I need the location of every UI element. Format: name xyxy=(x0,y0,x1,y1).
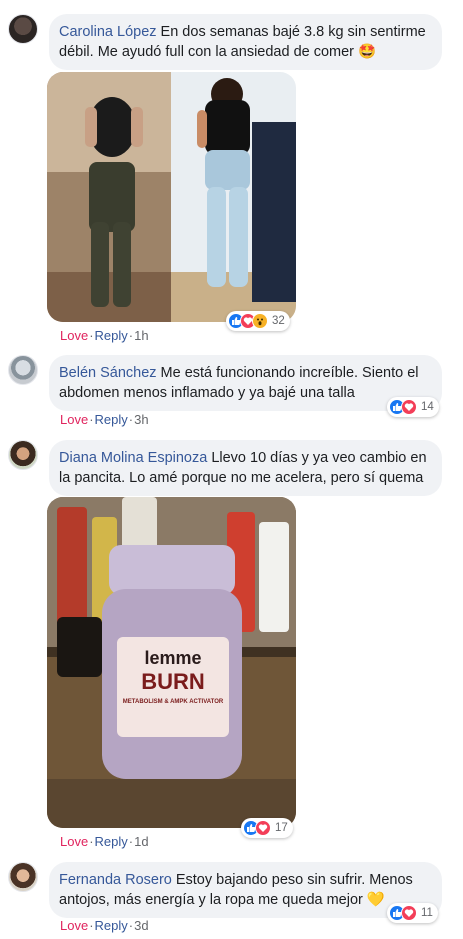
reactions-summary[interactable]: 32 xyxy=(226,311,290,331)
comment-actions: Love·Reply·3d xyxy=(60,918,149,933)
comment-author[interactable]: Diana Molina Espinoza xyxy=(59,450,207,466)
love-link[interactable]: Love xyxy=(60,918,88,933)
comment-time[interactable]: 1h xyxy=(134,328,148,343)
reaction-count: 32 xyxy=(272,315,285,327)
reply-link[interactable]: Reply xyxy=(95,918,128,933)
avatar[interactable] xyxy=(8,862,38,892)
reaction-count: 11 xyxy=(421,907,433,919)
avatar[interactable] xyxy=(8,355,38,385)
love-link[interactable]: Love xyxy=(60,834,88,849)
before-after-photo xyxy=(47,72,296,322)
love-link[interactable]: Love xyxy=(60,328,88,343)
reaction-count: 17 xyxy=(275,822,288,834)
avatar[interactable] xyxy=(8,440,38,470)
reactions-summary[interactable]: 14 xyxy=(387,397,439,417)
separator: · xyxy=(128,412,134,427)
separator: · xyxy=(89,834,94,849)
avatar[interactable] xyxy=(8,14,38,44)
love-link[interactable]: Love xyxy=(60,412,88,427)
separator: · xyxy=(89,918,94,933)
wow-icon xyxy=(252,313,268,329)
product-name: BURN xyxy=(141,669,205,694)
comment-time[interactable]: 3d xyxy=(134,918,148,933)
comment-actions: Love·Reply·1h xyxy=(60,328,149,343)
comment-author[interactable]: Belén Sánchez xyxy=(59,365,157,381)
separator: · xyxy=(89,412,94,427)
comment-bubble: Carolina López En dos semanas bajé 3.8 kg… xyxy=(49,14,442,70)
comment-actions: Love·Reply·3h xyxy=(60,412,149,427)
product-photo: lemme BURN METABOLISM & AMPK ACTIVATOR xyxy=(47,497,296,828)
reply-link[interactable]: Reply xyxy=(95,412,128,427)
reaction-count: 14 xyxy=(421,401,434,413)
separator: · xyxy=(128,328,134,343)
comment-bubble: Fernanda Rosero Estoy bajando peso sin su… xyxy=(49,862,442,918)
reply-link[interactable]: Reply xyxy=(95,328,128,343)
separator: · xyxy=(128,918,134,933)
product-brand: lemme xyxy=(144,648,201,668)
reactions-summary[interactable]: 17 xyxy=(241,818,293,838)
separator: · xyxy=(128,834,134,849)
comment-author[interactable]: Carolina López xyxy=(59,24,157,40)
comment-author[interactable]: Fernanda Rosero xyxy=(59,872,172,888)
comment-time[interactable]: 1d xyxy=(134,834,148,849)
comment-time[interactable]: 3h xyxy=(134,412,148,427)
love-icon xyxy=(401,905,417,921)
comment-photo[interactable]: lemme BURN METABOLISM & AMPK ACTIVATOR xyxy=(47,497,296,828)
comment-actions: Love·Reply·1d xyxy=(60,834,149,849)
love-icon xyxy=(401,399,417,415)
product-sub: METABOLISM & AMPK ACTIVATOR xyxy=(123,699,224,705)
reply-link[interactable]: Reply xyxy=(95,834,128,849)
reactions-summary[interactable]: 11 xyxy=(387,903,438,923)
separator: · xyxy=(89,328,94,343)
comment-photo[interactable] xyxy=(47,72,296,322)
comment-bubble: Belén Sánchez Me está funcionando increíb… xyxy=(49,355,442,411)
comment-bubble: Diana Molina Espinoza Llevo 10 días y ya … xyxy=(49,440,442,496)
love-icon xyxy=(255,820,271,836)
